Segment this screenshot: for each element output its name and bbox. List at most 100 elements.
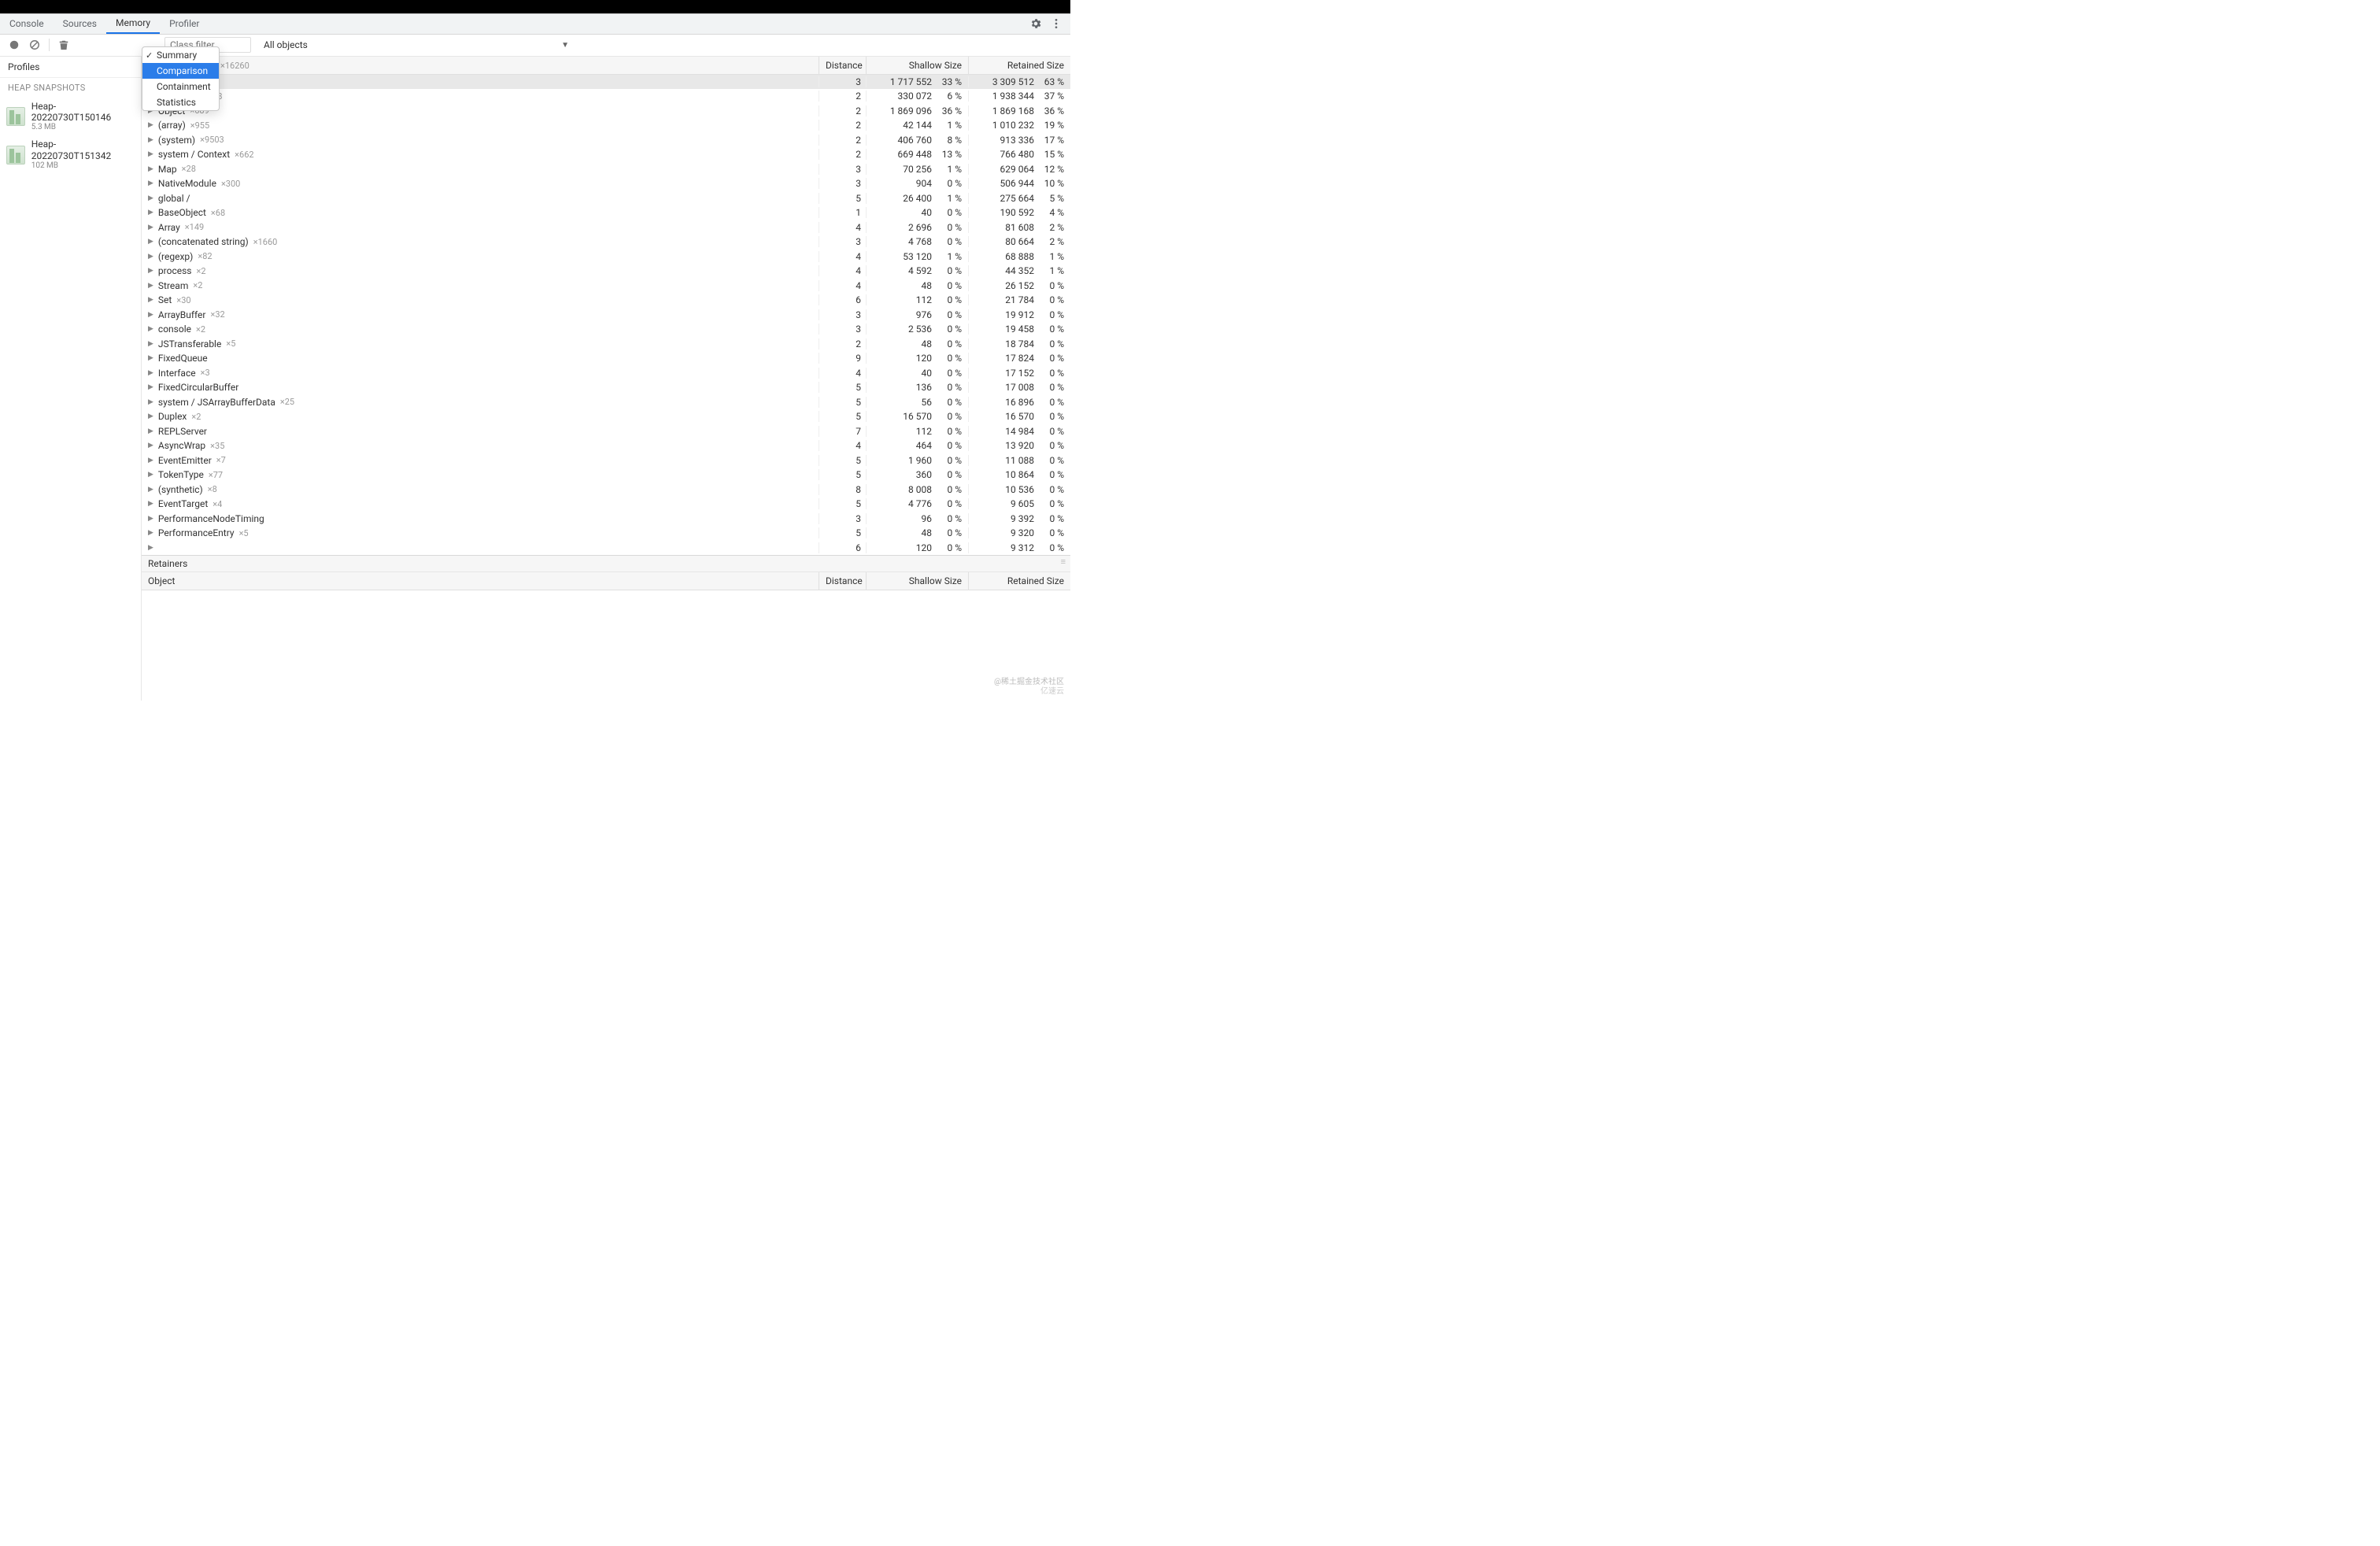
expand-icon[interactable]: ▶ — [148, 486, 153, 494]
ret-col-object[interactable]: Object — [142, 572, 819, 590]
table-row[interactable]: ▶ JSTransferable ×5 2 48 0 % 18 784 0 % — [142, 337, 1070, 352]
table-row[interactable]: ▶ Map ×28 3 70 256 1 % 629 064 12 % — [142, 162, 1070, 177]
table-row[interactable]: ▶ ArrayBuffer ×32 3 976 0 % 19 912 0 % — [142, 308, 1070, 323]
table-row[interactable]: ▶ Set ×30 6 112 0 % 21 784 0 % — [142, 293, 1070, 308]
record-icon[interactable] — [8, 39, 20, 51]
snapshot-item[interactable]: Heap-20220730T151342 102 MB — [0, 135, 141, 174]
expand-icon[interactable]: ▶ — [148, 515, 153, 523]
tab-sources[interactable]: Sources — [54, 14, 106, 34]
expand-icon[interactable]: ▶ — [148, 194, 153, 202]
table-row[interactable]: ▶ (array) ×955 2 42 144 1 % 1 010 232 19… — [142, 118, 1070, 133]
expand-icon[interactable]: ▶ — [148, 224, 153, 231]
heap-rows[interactable]: hidden 3 1 717 552 33 % 3 309 512 63 % ▶… — [142, 75, 1070, 556]
expand-icon[interactable]: ▶ — [148, 471, 153, 479]
table-row[interactable]: ▶ PerformanceEntry ×5 5 48 0 % 9 320 0 % — [142, 526, 1070, 541]
expand-icon[interactable]: ▶ — [148, 325, 153, 333]
ret-col-shallow[interactable]: Shallow Size — [866, 572, 968, 590]
col-retained[interactable]: Retained Size — [968, 57, 1070, 74]
retained-value: 9 312 — [968, 542, 1039, 553]
gear-icon[interactable] — [1029, 17, 1042, 30]
scope-select[interactable]: All objects ▼ — [259, 38, 574, 52]
snapshot-item[interactable]: Heap-20220730T150146 5.3 MB — [0, 98, 141, 136]
expand-icon[interactable]: ▶ — [148, 267, 153, 275]
expand-icon[interactable]: ▶ — [148, 427, 153, 435]
expand-icon[interactable]: ▶ — [148, 500, 153, 508]
col-shallow[interactable]: Shallow Size — [866, 57, 968, 74]
expand-icon[interactable]: ▶ — [148, 165, 153, 173]
expand-icon[interactable]: ▶ — [148, 354, 153, 362]
table-row[interactable]: ▶ FixedQueue 9 120 0 % 17 824 0 % — [142, 351, 1070, 366]
table-row[interactable]: ▶ Object ×689 2 1 869 096 36 % 1 869 168… — [142, 104, 1070, 119]
shallow-pct: 33 % — [937, 76, 968, 87]
tab-memory[interactable]: Memory — [106, 14, 160, 34]
expand-icon[interactable]: ▶ — [148, 238, 153, 246]
dropdown-item-statistics[interactable]: Statistics — [142, 94, 219, 110]
table-row[interactable]: ▶ EventTarget ×4 5 4 776 0 % 9 605 0 % — [142, 497, 1070, 512]
dropdown-item-comparison[interactable]: Comparison — [142, 63, 219, 79]
table-row[interactable]: ▶ REPLServer 7 112 0 % 14 984 0 % — [142, 424, 1070, 439]
shallow-value: 48 — [866, 527, 937, 538]
table-row[interactable]: ▶ AsyncWrap ×35 4 464 0 % 13 920 0 % — [142, 438, 1070, 453]
retained-value: 17 824 — [968, 353, 1039, 364]
expand-icon[interactable]: ▶ — [148, 529, 153, 537]
separator — [49, 39, 50, 51]
table-row[interactable]: ▶ (concatenated string) ×1660 3 4 768 0 … — [142, 235, 1070, 250]
dropdown-item-summary[interactable]: ✓Summary — [142, 47, 219, 63]
kebab-icon[interactable] — [1050, 17, 1062, 30]
expand-icon[interactable]: ▶ — [148, 340, 153, 348]
expand-icon[interactable]: ▶ — [148, 369, 153, 377]
table-row[interactable]: ▶ global / 5 26 400 1 % 275 664 5 % — [142, 191, 1070, 206]
table-row[interactable]: ▶ (synthetic) ×8 8 8 008 0 % 10 536 0 % — [142, 483, 1070, 497]
table-row[interactable]: ▶ Array ×149 4 2 696 0 % 81 608 2 % — [142, 220, 1070, 235]
expand-icon[interactable]: ▶ — [148, 296, 153, 304]
table-row[interactable]: ▶ 6 120 0 % 9 312 0 % — [142, 541, 1070, 556]
table-row[interactable]: ▶ Stream ×2 4 48 0 % 26 152 0 % — [142, 279, 1070, 294]
shallow-value: 120 — [866, 353, 937, 364]
shallow-value: 26 400 — [866, 193, 937, 204]
expand-icon[interactable]: ▶ — [148, 282, 153, 290]
constructor-name: system / JSArrayBufferData — [158, 397, 275, 408]
expand-icon[interactable]: ▶ — [148, 150, 153, 158]
table-row[interactable]: ▶ EventEmitter ×7 5 1 960 0 % 11 088 0 % — [142, 453, 1070, 468]
table-row[interactable]: ▶ BaseObject ×68 1 40 0 % 190 592 4 % — [142, 205, 1070, 220]
tab-profiler[interactable]: Profiler — [160, 14, 209, 34]
table-row[interactable]: ▶ (regexp) ×82 4 53 120 1 % 68 888 1 % — [142, 250, 1070, 264]
dropdown-item-containment[interactable]: Containment — [142, 79, 219, 94]
expand-icon[interactable]: ▶ — [148, 311, 153, 319]
table-row[interactable]: ▶ process ×2 4 4 592 0 % 44 352 1 % — [142, 264, 1070, 279]
table-row[interactable]: ▶ TokenType ×77 5 360 0 % 10 864 0 % — [142, 468, 1070, 483]
col-distance[interactable]: Distance — [819, 57, 866, 74]
snapshot-size: 5.3 MB — [31, 123, 135, 132]
expand-icon[interactable]: ▶ — [148, 398, 153, 406]
expand-icon[interactable]: ▶ — [148, 253, 153, 261]
table-row[interactable]: ▶ PerformanceNodeTiming 3 96 0 % 9 392 0… — [142, 512, 1070, 527]
ret-col-retained[interactable]: Retained Size — [968, 572, 1070, 590]
table-row[interactable]: ▶ Interface ×3 4 40 0 % 17 152 0 % — [142, 366, 1070, 381]
expand-icon[interactable]: ▶ — [148, 136, 153, 144]
retainers-panel: Retainers Object Distance Shallow Size R… — [142, 555, 1070, 701]
expand-icon[interactable]: ▶ — [148, 179, 153, 187]
delete-icon[interactable] — [57, 39, 70, 51]
table-row[interactable]: hidden 3 1 717 552 33 % 3 309 512 63 % — [142, 75, 1070, 90]
expand-icon[interactable]: ▶ — [148, 412, 153, 420]
expand-icon[interactable]: ▶ — [148, 442, 153, 449]
expand-icon[interactable]: ▶ — [148, 121, 153, 129]
table-row[interactable]: ▶ console ×2 3 2 536 0 % 19 458 0 % — [142, 322, 1070, 337]
view-dropdown[interactable]: ✓SummaryComparisonContainmentStatistics — [142, 46, 220, 111]
table-row[interactable]: ▶ NativeModule ×300 3 904 0 % 506 944 10… — [142, 176, 1070, 191]
table-row[interactable]: ▶ system / Context ×662 2 669 448 13 % 7… — [142, 147, 1070, 162]
expand-icon[interactable]: ▶ — [148, 457, 153, 464]
table-row[interactable]: ▶ FixedCircularBuffer 5 136 0 % 17 008 0… — [142, 380, 1070, 395]
table-row[interactable]: ▶ Duplex ×2 5 16 570 0 % 16 570 0 % — [142, 409, 1070, 424]
constructor-name: NativeModule — [158, 178, 216, 189]
expand-icon[interactable]: ▶ — [148, 544, 153, 552]
table-row[interactable]: ▶ (string) ×12198 2 330 072 6 % 1 938 34… — [142, 89, 1070, 104]
clear-icon[interactable] — [28, 39, 41, 51]
tab-console[interactable]: Console — [0, 14, 54, 34]
expand-icon[interactable]: ▶ — [148, 209, 153, 216]
ret-col-distance[interactable]: Distance — [819, 572, 866, 590]
table-row[interactable]: ▶ system / JSArrayBufferData ×25 5 56 0 … — [142, 395, 1070, 410]
expand-icon[interactable]: ▶ — [148, 383, 153, 391]
table-row[interactable]: ▶ (system) ×9503 2 406 760 8 % 913 336 1… — [142, 133, 1070, 148]
col-constructor[interactable]: ×16260 — [142, 57, 819, 74]
